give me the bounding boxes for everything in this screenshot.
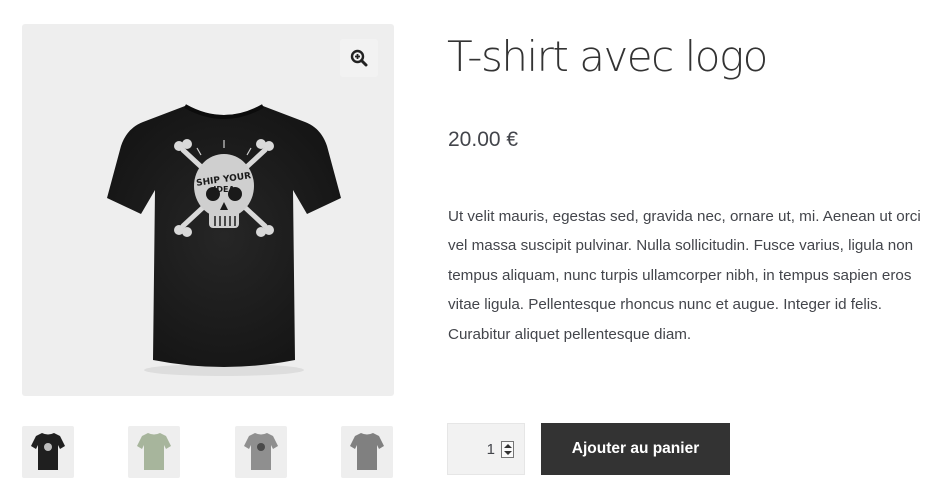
product-price: 20.00 € xyxy=(448,128,519,151)
chevron-down-icon[interactable] xyxy=(504,450,512,455)
thumbnail-grey[interactable] xyxy=(341,426,393,478)
thumbnail-grey-logo[interactable] xyxy=(235,426,287,478)
product-description: Ut velit mauris, egestas sed, gravida ne… xyxy=(448,208,921,343)
tshirt-thumbnail-icon xyxy=(137,433,171,470)
thumbnail-black[interactable] xyxy=(22,426,74,478)
tshirt-thumbnail-icon xyxy=(244,433,278,470)
product-main-image[interactable]: SHIP YOUR IDEA xyxy=(22,24,394,396)
tshirt-thumbnail-icon xyxy=(31,433,65,470)
quantity-value[interactable]: 1 xyxy=(487,441,495,458)
zoom-in-icon xyxy=(350,49,368,67)
svg-text:IDEA: IDEA xyxy=(213,185,235,194)
product-title: T-shirt avec logo xyxy=(447,32,768,81)
chevron-up-icon[interactable] xyxy=(504,443,512,448)
tshirt-thumbnail-icon xyxy=(350,433,384,470)
add-to-cart-button[interactable]: Ajouter au panier xyxy=(541,423,730,475)
tshirt-main-image: SHIP YOUR IDEA xyxy=(107,104,341,376)
quantity-spinner[interactable] xyxy=(501,440,514,458)
thumbnail-green[interactable] xyxy=(128,426,180,478)
quantity-stepper[interactable]: 1 xyxy=(447,423,525,475)
zoom-button[interactable] xyxy=(340,39,378,77)
